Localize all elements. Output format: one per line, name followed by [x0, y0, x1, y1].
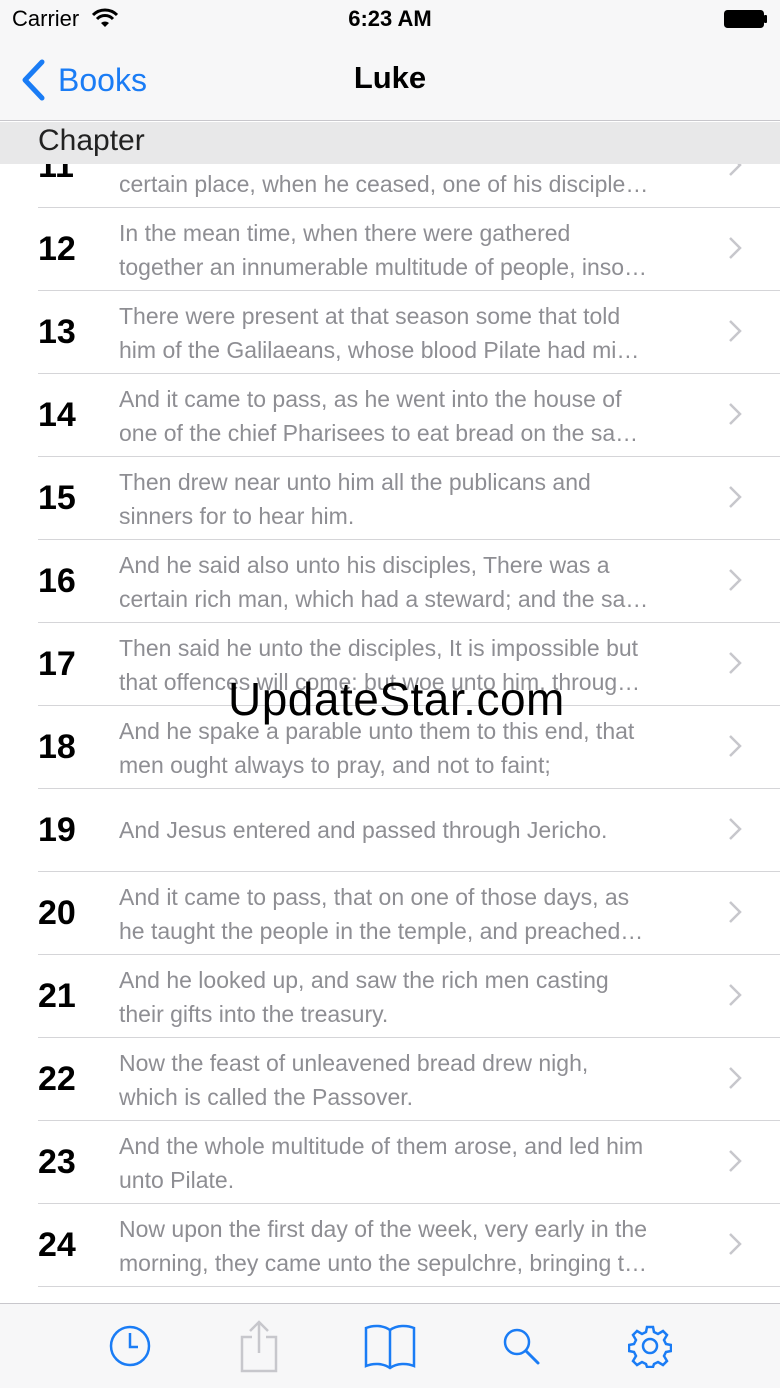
chapter-number: 23 — [38, 1143, 76, 1181]
status-time: 6:23 AM — [348, 6, 432, 31]
chevron-right-icon — [729, 569, 742, 591]
chevron-right-icon — [729, 1233, 742, 1255]
chapter-row[interactable]: 22 Now the feast of unleavened bread drew… — [38, 1038, 780, 1121]
tab-bar — [0, 1303, 780, 1388]
chapter-number: 13 — [38, 313, 76, 351]
verse-line: In the mean time, when there were gather… — [119, 220, 571, 246]
verse-preview: Now upon the first day of the week, very… — [119, 1212, 709, 1280]
chapter-number: 16 — [38, 562, 76, 600]
chapter-number: 17 — [38, 645, 76, 683]
chapter-number: 19 — [38, 811, 76, 849]
status-bar: Carrier 6:23 AM — [0, 0, 780, 40]
chapter-row[interactable]: 23 And the whole multitude of them arose,… — [38, 1121, 780, 1204]
verse-line: together an innumerable multitude of peo… — [119, 254, 648, 280]
search-icon — [503, 1328, 540, 1365]
chapter-row[interactable]: 16 And he said also unto his disciples, T… — [38, 540, 780, 623]
verse-preview: And it came to pass, that on one of thos… — [119, 880, 709, 948]
verse-preview: In the mean time, when there were gather… — [119, 216, 709, 284]
verse-line: Then said he unto the disciples, It is i… — [119, 635, 639, 661]
verse-line: And the whole multitude of them arose, a… — [119, 1133, 644, 1159]
verse-line: And it came to pass, as he went into the… — [119, 386, 622, 412]
verse-line: Now upon the first day of the week, very… — [119, 1216, 647, 1242]
chevron-right-icon — [729, 984, 742, 1006]
verse-line: And he said also unto his disciples, The… — [119, 552, 610, 578]
battery-icon — [724, 10, 767, 28]
chapter-row[interactable]: 19 And Jesus entered and passed through J… — [38, 789, 780, 872]
chevron-right-icon — [729, 652, 742, 674]
chapter-row[interactable]: 15 Then drew near unto him all the public… — [38, 457, 780, 540]
back-button[interactable]: Books — [20, 56, 147, 104]
verse-line: one of the chief Pharisees to eat bread … — [119, 420, 639, 446]
verse-line: certain place, when he ceased, one of hi… — [119, 171, 649, 197]
verse-preview: And the whole multitude of them arose, a… — [119, 1129, 709, 1197]
section-header: Chapter — [0, 122, 780, 164]
gear-icon — [628, 1325, 672, 1368]
verse-line: unto Pilate. — [119, 1167, 235, 1193]
settings-tab[interactable] — [622, 1318, 678, 1374]
chevron-right-icon — [729, 1150, 742, 1172]
verse-line: Then drew near unto him all the publican… — [119, 469, 591, 495]
chapter-number: 21 — [38, 977, 76, 1015]
verse-preview: And he said also unto his disciples, The… — [119, 548, 709, 616]
clock-icon — [109, 1325, 151, 1367]
verse-line: men ought always to pray, and not to fai… — [119, 752, 551, 778]
chapter-number: 18 — [38, 728, 76, 766]
section-header-label: Chapter — [38, 124, 145, 157]
chapter-number: 20 — [38, 894, 76, 932]
verse-line: And he looked up, and saw the rich men c… — [119, 967, 609, 993]
chevron-right-icon — [729, 486, 742, 508]
verse-line: Now the feast of unleavened bread drew n… — [119, 1050, 589, 1076]
chapter-number: 15 — [38, 479, 76, 517]
verse-preview: Now the feast of unleavened bread drew n… — [119, 1046, 709, 1114]
verse-preview: There were present at that season some t… — [119, 299, 709, 367]
chapter-row[interactable]: 14 And it came to pass, as he went into t… — [38, 374, 780, 457]
verse-line: he taught the people in the temple, and … — [119, 918, 644, 944]
chapter-number: 12 — [38, 230, 76, 268]
chapter-number: 14 — [38, 396, 76, 434]
verse-preview: And Jesus entered and passed through Jer… — [119, 789, 709, 871]
chevron-right-icon — [729, 818, 742, 840]
chevron-right-icon — [729, 403, 742, 425]
books-tab[interactable] — [362, 1318, 418, 1374]
verse-line: certain rich man, which had a steward; a… — [119, 586, 649, 612]
verse-line: And it came to pass, that on one of thos… — [119, 884, 630, 910]
chevron-right-icon — [729, 735, 742, 757]
chapter-number: 24 — [38, 1226, 76, 1264]
share-tab[interactable] — [231, 1318, 287, 1374]
verse-line: And Jesus entered and passed through Jer… — [119, 817, 608, 843]
chevron-right-icon — [729, 901, 742, 923]
verse-line: There were present at that season some t… — [119, 303, 621, 329]
watermark-text: UpdateStar.com — [228, 673, 565, 725]
chapter-row[interactable]: 21 And he looked up, and saw the rich men… — [38, 955, 780, 1038]
verse-line: sinners for to hear him. — [119, 503, 355, 529]
book-icon — [364, 1324, 416, 1370]
verse-line: him of the Galilaeans, whose blood Pilat… — [119, 337, 640, 363]
back-button-label: Books — [58, 61, 147, 98]
verse-preview: And he looked up, and saw the rich men c… — [119, 963, 709, 1031]
verse-line: which is called the Passover. — [119, 1084, 414, 1110]
chapter-row[interactable]: 12 In the mean time, when there were gath… — [38, 208, 780, 291]
chevron-left-icon — [22, 59, 45, 101]
chevron-right-icon — [729, 1067, 742, 1089]
share-icon — [240, 1320, 278, 1373]
chapter-number: 22 — [38, 1060, 76, 1098]
chapter-row[interactable]: 13 There were present at that season some… — [38, 291, 780, 374]
verse-line: morning, they came unto the sepulchre, b… — [119, 1250, 648, 1276]
history-tab[interactable] — [102, 1318, 158, 1374]
navigation-bar: Books Luke — [0, 40, 780, 121]
chevron-right-icon — [729, 237, 742, 259]
chapter-row[interactable]: 20 And it came to pass, that on one of th… — [38, 872, 780, 955]
search-tab[interactable] — [493, 1318, 549, 1374]
verse-line: their gifts into the treasury. — [119, 1001, 389, 1027]
verse-preview: Then drew near unto him all the publican… — [119, 465, 709, 533]
chevron-right-icon — [729, 320, 742, 342]
verse-preview: And it came to pass, as he went into the… — [119, 382, 709, 450]
chapter-row[interactable]: 24 Now upon the first day of the week, ve… — [38, 1204, 780, 1287]
